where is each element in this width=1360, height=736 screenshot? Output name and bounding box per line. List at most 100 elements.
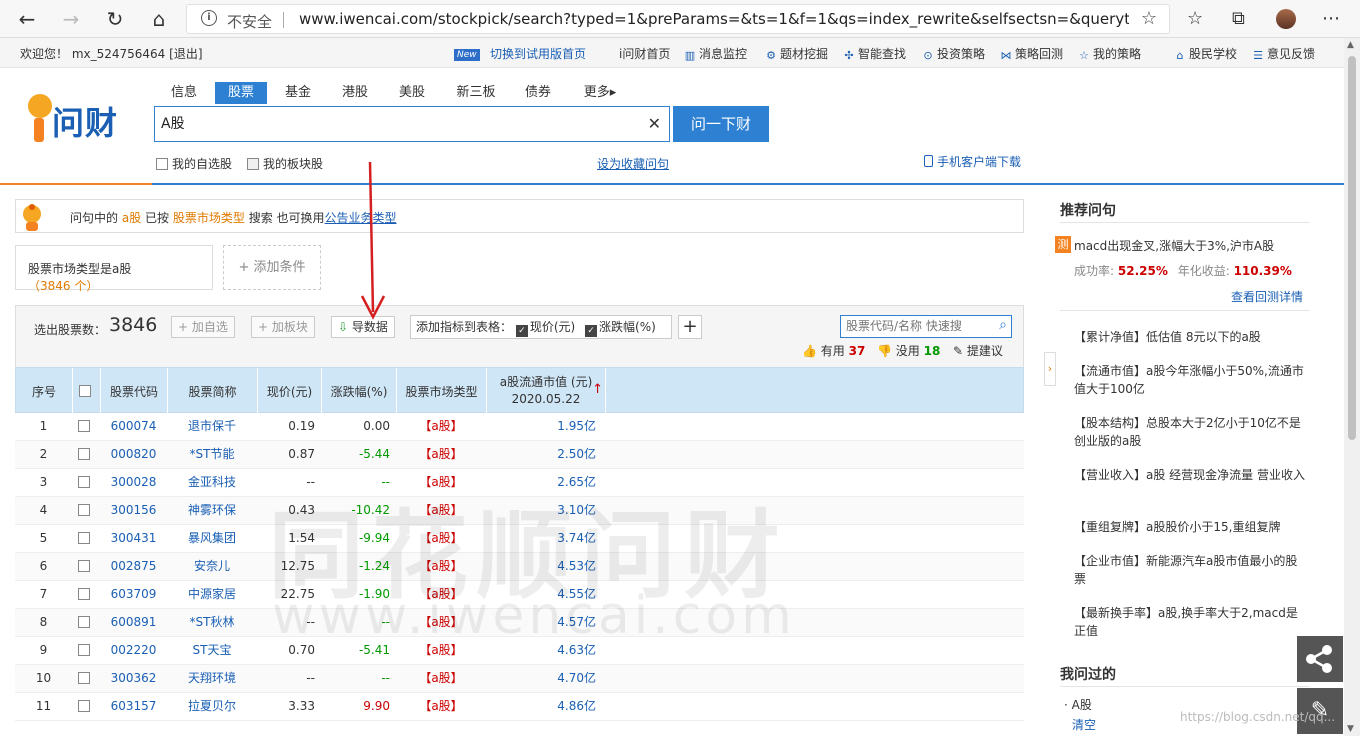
- scroll-down-icon[interactable]: ▼: [1347, 724, 1354, 734]
- profile-avatar[interactable]: [1276, 9, 1296, 29]
- cell-code[interactable]: 300431: [100, 525, 167, 552]
- cell-code[interactable]: 600891: [100, 609, 167, 636]
- ask-button[interactable]: 问一下财: [673, 106, 769, 142]
- tab-funds[interactable]: 基金: [276, 82, 320, 104]
- row-select-cell[interactable]: [72, 497, 100, 524]
- useless-button[interactable]: 👎 没用 18: [877, 342, 940, 359]
- rec-item[interactable]: 【累计净值】低估值 8元以下的a股: [1074, 328, 1306, 346]
- home-link[interactable]: i问财首页: [619, 45, 670, 62]
- tab-bonds[interactable]: 债券: [516, 82, 560, 104]
- table-row[interactable]: 6 002875 安奈儿 12.75 -1.24 【a股】 4.53亿: [15, 553, 1024, 581]
- cell-code[interactable]: 000820: [100, 441, 167, 468]
- info-icon[interactable]: i: [201, 10, 217, 26]
- row-select-cell[interactable]: [72, 525, 100, 552]
- my-sector-dropdown-icon[interactable]: [247, 158, 259, 170]
- table-row[interactable]: 7 603709 中源家居 22.75 -1.90 【a股】 4.55亿: [15, 581, 1024, 609]
- cell-code[interactable]: 002220: [100, 637, 167, 664]
- table-row[interactable]: 9 002220 ST天宝 0.70 -5.41 【a股】 4.63亿: [15, 637, 1024, 665]
- add-indicator-plus-button[interactable]: +: [678, 315, 702, 339]
- check-icon[interactable]: ✓: [585, 325, 598, 337]
- mobile-download-link[interactable]: 手机客户端下载: [924, 153, 1021, 170]
- cell-code[interactable]: 603157: [100, 693, 167, 720]
- table-row[interactable]: 5 300431 暴风集团 1.54 -9.94 【a股】 3.74亿: [15, 525, 1024, 553]
- cell-code[interactable]: 300156: [100, 497, 167, 524]
- quick-search-input[interactable]: [846, 319, 986, 333]
- row-checkbox[interactable]: [78, 504, 90, 516]
- row-select-cell[interactable]: [72, 441, 100, 468]
- col-price[interactable]: 现价(元): [258, 368, 322, 414]
- scroll-thumb[interactable]: [1348, 56, 1356, 440]
- refresh-icon[interactable]: ↻: [102, 6, 128, 32]
- cell-name[interactable]: 拉夏贝尔: [167, 693, 257, 720]
- row-select-cell[interactable]: [72, 581, 100, 608]
- cell-name[interactable]: 天翔环境: [167, 665, 257, 692]
- tab-more[interactable]: 更多▸: [576, 82, 624, 104]
- cell-name[interactable]: 神雾环保: [167, 497, 257, 524]
- my-watch-option[interactable]: 我的自选股: [156, 155, 232, 172]
- address-bar[interactable]: i 不安全 www.iwencai.com/stockpick/search?t…: [186, 4, 1170, 34]
- col-name[interactable]: 股票简称: [168, 368, 258, 414]
- backtest-link[interactable]: ⋈ 策略回测: [1000, 45, 1064, 62]
- clear-history-link[interactable]: 清空: [1072, 716, 1096, 733]
- cell-name[interactable]: 中源家居: [167, 581, 257, 608]
- set-fav-query-link[interactable]: 设为收藏问句: [597, 155, 669, 172]
- cell-name[interactable]: 退市保千: [167, 413, 257, 440]
- row-checkbox[interactable]: [78, 672, 90, 684]
- cell-name[interactable]: ST天宝: [167, 637, 257, 664]
- school-link[interactable]: ⌂ 股民学校: [1174, 45, 1238, 62]
- ind-price-option[interactable]: ✓ 现价(元): [515, 320, 575, 337]
- row-checkbox[interactable]: [78, 560, 90, 572]
- col-float-cap[interactable]: a股流通市值 (元) 2020.05.22 ↑: [487, 368, 606, 414]
- favorites-list-icon[interactable]: ☆: [1187, 8, 1203, 29]
- ind-chg-option[interactable]: ✓ 涨跌幅(%): [585, 320, 656, 337]
- row-select-cell[interactable]: [72, 469, 100, 496]
- useful-button[interactable]: 👍 有用 37: [802, 342, 865, 359]
- col-code[interactable]: 股票代码: [101, 368, 168, 414]
- cell-code[interactable]: 300362: [100, 665, 167, 692]
- tab-hk[interactable]: 港股: [333, 82, 377, 104]
- theme-mining-link[interactable]: ⚙ 题材挖掘: [765, 45, 828, 62]
- check-icon[interactable]: ✓: [515, 325, 528, 337]
- switch-trial-link[interactable]: 切换到试用版首页: [490, 45, 586, 62]
- row-select-cell[interactable]: [72, 609, 100, 636]
- select-all-checkbox[interactable]: [78, 385, 91, 397]
- query-input[interactable]: [161, 115, 631, 131]
- page-scrollbar[interactable]: ▲ ▼: [1344, 38, 1360, 736]
- export-data-button[interactable]: ⇩ 导数据: [331, 316, 395, 338]
- cell-name[interactable]: 金亚科技: [167, 469, 257, 496]
- my-sector-option[interactable]: 我的板块股: [247, 155, 323, 172]
- row-checkbox[interactable]: [78, 476, 90, 488]
- cell-name[interactable]: *ST秋林: [167, 609, 257, 636]
- url-text[interactable]: www.iwencai.com/stockpick/search?typed=1…: [299, 10, 1129, 28]
- tab-stocks[interactable]: 股票: [215, 82, 267, 104]
- my-strategy-link[interactable]: ☆ 我的策略: [1078, 45, 1141, 62]
- more-menu-icon[interactable]: ⋯: [1322, 8, 1340, 29]
- tab-us[interactable]: 美股: [390, 82, 434, 104]
- row-select-cell[interactable]: [72, 637, 100, 664]
- add-condition-button[interactable]: + 添加条件: [223, 245, 321, 290]
- row-checkbox[interactable]: [78, 588, 90, 600]
- row-checkbox[interactable]: [78, 644, 90, 656]
- collections-icon[interactable]: ⧉: [1232, 8, 1245, 29]
- back-icon[interactable]: ←: [14, 6, 40, 32]
- rec-item[interactable]: 【最新换手率】a股,换手率大于2,macd是正值: [1074, 604, 1306, 640]
- my-watch-checkbox[interactable]: [156, 158, 168, 170]
- col-market[interactable]: 股票市场类型: [397, 368, 487, 414]
- row-select-cell[interactable]: [72, 693, 100, 720]
- msg-monitor-link[interactable]: ▥ 消息监控: [684, 45, 747, 62]
- cell-name[interactable]: *ST节能: [167, 441, 257, 468]
- search-icon[interactable]: ⌕: [999, 317, 1007, 333]
- cell-name[interactable]: 暴风集团: [167, 525, 257, 552]
- table-row[interactable]: 8 600891 *ST秋林 -- -- 【a股】 4.57亿: [15, 609, 1024, 637]
- cell-code[interactable]: 300028: [100, 469, 167, 496]
- add-sector-button[interactable]: + 加板块: [251, 316, 315, 338]
- asked-item[interactable]: · A股: [1064, 696, 1092, 713]
- row-checkbox[interactable]: [78, 532, 90, 544]
- table-row[interactable]: 2 000820 *ST节能 0.87 -5.44 【a股】 2.50亿: [15, 441, 1024, 469]
- rec-item[interactable]: 【重组复牌】a股股价小于15,重组复牌: [1074, 518, 1306, 536]
- rec-item[interactable]: 【企业市值】新能源汽车a股市值最小的股票: [1074, 552, 1306, 588]
- row-checkbox[interactable]: [78, 616, 90, 628]
- suggest-button[interactable]: ✎ 提建议: [953, 342, 1003, 359]
- table-row[interactable]: 3 300028 金亚科技 -- -- 【a股】 2.65亿: [15, 469, 1024, 497]
- tab-neeq[interactable]: 新三板: [450, 82, 502, 104]
